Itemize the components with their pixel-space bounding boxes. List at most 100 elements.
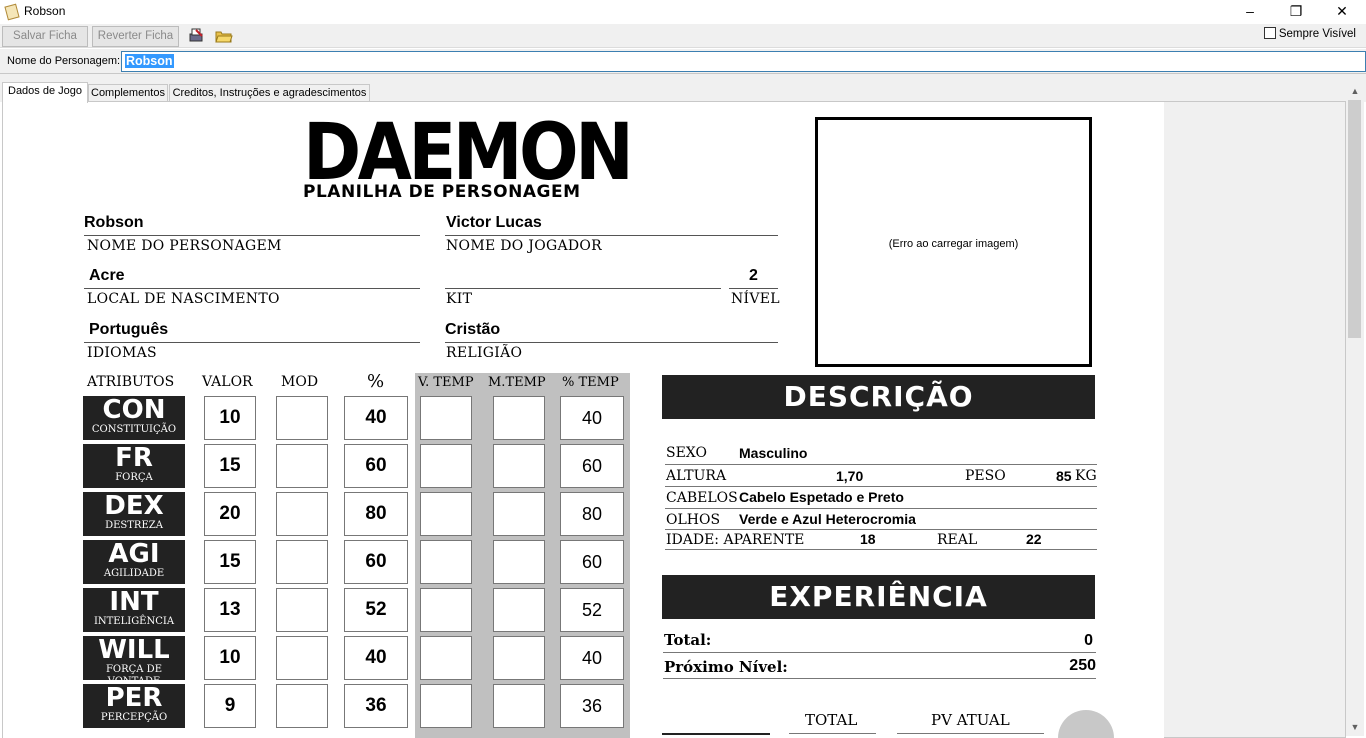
character-name-field[interactable]: Robson [84, 214, 144, 232]
attr-pcttemp-con[interactable]: 40 [560, 396, 624, 440]
field-underline [663, 652, 1096, 653]
field-underline [665, 549, 1097, 550]
attr-percent-will[interactable]: 40 [344, 636, 408, 680]
attr-pcttemp-agi[interactable]: 60 [560, 540, 624, 584]
height-field[interactable]: 1,70 [836, 468, 863, 484]
attr-vtemp-dex[interactable] [420, 492, 472, 536]
scroll-up-icon[interactable]: ▲ [1346, 84, 1364, 98]
hp-total-box[interactable] [789, 733, 876, 734]
xp-total-field[interactable]: 0 [1003, 632, 1093, 650]
attr-percent-dex[interactable]: 80 [344, 492, 408, 536]
close-button[interactable]: ✕ [1319, 0, 1365, 24]
character-portrait[interactable]: (Erro ao carregar imagem) [815, 117, 1092, 367]
attr-abbr: WILL [98, 635, 170, 665]
attr-percent-agi[interactable]: 60 [344, 540, 408, 584]
character-sheet: DAEMON PLANILHA DE PERSONAGEM Robson NOM… [3, 102, 1164, 738]
attr-mod-will[interactable] [276, 636, 328, 680]
revert-sheet-button[interactable]: Reverter Ficha [92, 26, 179, 47]
hair-field[interactable]: Cabelo Espetado e Preto [739, 489, 904, 505]
tab-game-data[interactable]: Dados de Jogo [2, 82, 88, 103]
level-field[interactable]: 2 [749, 267, 758, 285]
xp-total-label: Total: [664, 631, 712, 649]
attr-value-int[interactable]: 13 [204, 588, 256, 632]
attr-pcttemp-will[interactable]: 40 [560, 636, 624, 680]
attr-value-agi[interactable]: 15 [204, 540, 256, 584]
attr-badge-int: INT INTELIGÊNCIA [83, 588, 185, 632]
minimize-button[interactable]: – [1227, 0, 1273, 24]
level-caption: NÍVEL [731, 291, 780, 307]
field-underline [445, 235, 778, 236]
print-icon[interactable] [187, 27, 205, 45]
attr-value-will[interactable]: 10 [204, 636, 256, 680]
field-underline [665, 486, 1097, 487]
attr-badge-fr: FR FORÇA [83, 444, 185, 488]
attr-value-con[interactable]: 10 [204, 396, 256, 440]
sex-label: SEXO [666, 445, 708, 461]
attr-percent-con[interactable]: 40 [344, 396, 408, 440]
scrollbar-thumb[interactable] [1348, 100, 1361, 338]
sex-field[interactable]: Masculino [739, 445, 807, 461]
restore-button[interactable]: ❐ [1273, 0, 1319, 24]
hp-circle [1058, 710, 1114, 738]
attr-vtemp-int[interactable] [420, 588, 472, 632]
age-real-field[interactable]: 22 [1026, 531, 1042, 547]
checkbox-box[interactable] [1263, 27, 1276, 39]
attr-mtemp-per[interactable] [493, 684, 545, 728]
attr-vtemp-will[interactable] [420, 636, 472, 680]
open-folder-icon[interactable] [215, 27, 233, 45]
scroll-down-icon[interactable]: ▼ [1346, 720, 1364, 734]
attr-percent-int[interactable]: 52 [344, 588, 408, 632]
hair-label: CABELOS [666, 490, 738, 506]
attr-vtemp-agi[interactable] [420, 540, 472, 584]
attr-mod-int[interactable] [276, 588, 328, 632]
player-name-caption: NOME DO JOGADOR [446, 238, 603, 254]
field-underline [84, 288, 420, 289]
attr-mod-con[interactable] [276, 396, 328, 440]
character-name-caption: NOME DO PERSONAGEM [87, 238, 282, 254]
hp-current-box[interactable] [897, 733, 1044, 734]
attr-value-fr[interactable]: 15 [204, 444, 256, 488]
always-visible-label: Sempre Visível [1278, 28, 1356, 40]
attr-mtemp-int[interactable] [493, 588, 545, 632]
attr-pcttemp-int[interactable]: 52 [560, 588, 624, 632]
player-name-field[interactable]: Victor Lucas [446, 214, 542, 232]
attr-mod-per[interactable] [276, 684, 328, 728]
age-real-label: REAL [937, 532, 978, 548]
vertical-scrollbar[interactable]: ▲ ▼ [1346, 84, 1364, 736]
character-name-input[interactable]: Robson [121, 51, 1366, 72]
languages-field[interactable]: Português [89, 321, 168, 339]
attr-mod-agi[interactable] [276, 540, 328, 584]
attr-mtemp-agi[interactable] [493, 540, 545, 584]
tab-credits[interactable]: Creditos, Instruções e agradescimentos [169, 84, 370, 102]
attr-pcttemp-per[interactable]: 36 [560, 684, 624, 728]
attr-vtemp-per[interactable] [420, 684, 472, 728]
weight-field[interactable]: 85 [1056, 468, 1072, 484]
attr-mtemp-con[interactable] [493, 396, 545, 440]
attr-mtemp-will[interactable] [493, 636, 545, 680]
attr-badge-con: CON CONSTITUIÇÃO [83, 396, 185, 440]
attr-pcttemp-fr[interactable]: 60 [560, 444, 624, 488]
religion-field[interactable]: Cristão [445, 321, 500, 339]
save-sheet-button[interactable]: Salvar Ficha [2, 26, 88, 47]
tab-complements[interactable]: Complementos [88, 84, 168, 102]
attr-vtemp-fr[interactable] [420, 444, 472, 488]
birthplace-caption: LOCAL DE NASCIMENTO [87, 291, 280, 307]
value-header: VALOR [202, 374, 253, 390]
attr-value-per[interactable]: 9 [204, 684, 256, 728]
attr-pcttemp-dex[interactable]: 80 [560, 492, 624, 536]
attr-mod-dex[interactable] [276, 492, 328, 536]
attr-percent-per[interactable]: 36 [344, 684, 408, 728]
xp-next-field[interactable]: 250 [1003, 657, 1096, 675]
attr-vtemp-con[interactable] [420, 396, 472, 440]
attr-percent-fr[interactable]: 60 [344, 444, 408, 488]
age-apparent-field[interactable]: 18 [860, 531, 876, 547]
always-visible-checkbox[interactable]: Sempre Visível [1263, 27, 1356, 40]
attr-mtemp-dex[interactable] [493, 492, 545, 536]
attr-mtemp-fr[interactable] [493, 444, 545, 488]
eyes-field[interactable]: Verde e Azul Heterocromia [739, 511, 916, 527]
attr-value-dex[interactable]: 20 [204, 492, 256, 536]
attr-name: FORÇA [115, 472, 153, 483]
attr-name: DESTREZA [105, 520, 163, 531]
birthplace-field[interactable]: Acre [89, 267, 125, 285]
attr-mod-fr[interactable] [276, 444, 328, 488]
